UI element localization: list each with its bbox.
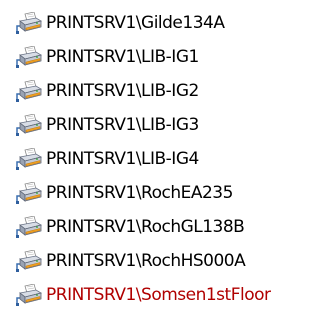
network-printer-icon [16, 113, 43, 136]
printer-list-item[interactable]: PRINTSRV1\RochHS000A [16, 244, 271, 278]
printer-name-label: PRINTSRV1\Gilde134A [46, 13, 225, 33]
network-printer-icon [16, 11, 43, 34]
printer-list: PRINTSRV1\Gilde134A PRINTSRV1\LIB-IG1 PR… [16, 6, 271, 312]
printer-list-item[interactable]: PRINTSRV1\Somsen1stFloor [16, 278, 271, 312]
printer-list-item[interactable]: PRINTSRV1\LIB-IG4 [16, 142, 271, 176]
printer-list-item[interactable]: PRINTSRV1\LIB-IG2 [16, 74, 271, 108]
printer-list-item[interactable]: PRINTSRV1\RochEA235 [16, 176, 271, 210]
printer-list-item[interactable]: PRINTSRV1\LIB-IG1 [16, 40, 271, 74]
printer-name-label: PRINTSRV1\RochHS000A [46, 251, 246, 271]
printer-list-item[interactable]: PRINTSRV1\Gilde134A [16, 6, 271, 40]
printer-name-label: PRINTSRV1\LIB-IG3 [46, 115, 199, 135]
printer-name-label: PRINTSRV1\RochGL138B [46, 217, 245, 237]
printer-name-label: PRINTSRV1\LIB-IG1 [46, 47, 199, 67]
network-printer-icon [16, 45, 43, 68]
printer-name-label: PRINTSRV1\Somsen1stFloor [46, 285, 271, 305]
printer-list-item[interactable]: PRINTSRV1\LIB-IG3 [16, 108, 271, 142]
network-printer-icon [16, 181, 43, 204]
network-printer-icon [16, 283, 43, 306]
network-printer-icon [16, 249, 43, 272]
network-printer-icon [16, 215, 43, 238]
network-printer-icon [16, 79, 43, 102]
printer-name-label: PRINTSRV1\LIB-IG2 [46, 81, 199, 101]
printer-name-label: PRINTSRV1\RochEA235 [46, 183, 233, 203]
printer-name-label: PRINTSRV1\LIB-IG4 [46, 149, 199, 169]
printer-list-item[interactable]: PRINTSRV1\RochGL138B [16, 210, 271, 244]
network-printer-icon [16, 147, 43, 170]
